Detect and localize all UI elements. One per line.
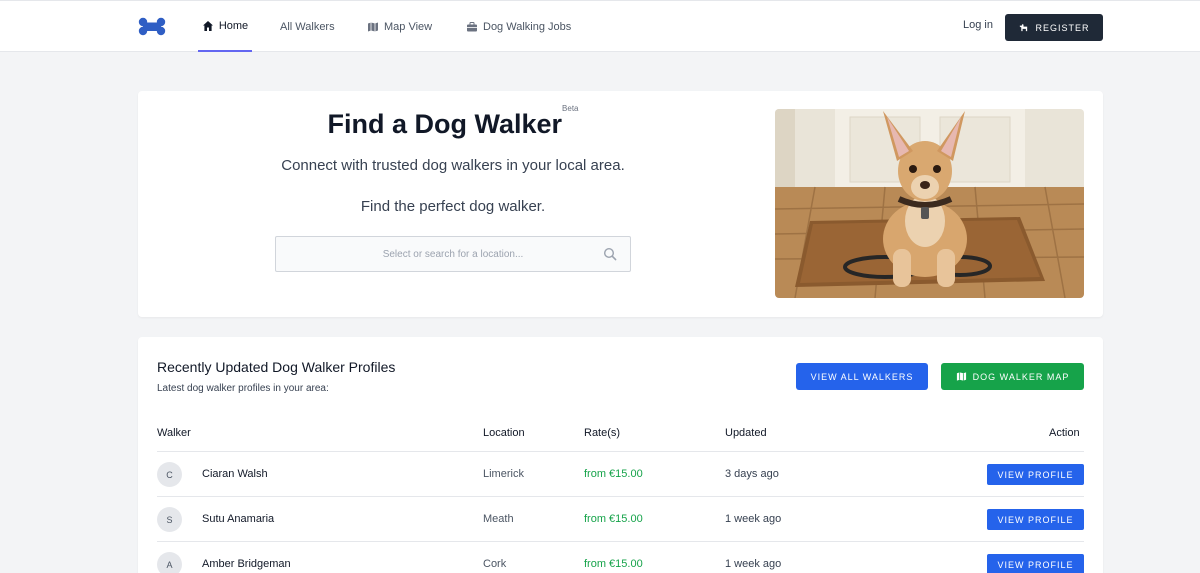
nav-all-walkers[interactable]: All Walkers [280,1,335,52]
col-header-action: Action [1049,427,1080,439]
dog-icon [1020,23,1028,32]
walker-rate: from €15.00 [584,558,643,570]
view-profile-button[interactable]: VIEW PROFILE [987,509,1084,530]
nav-all-walkers-label: All Walkers [280,20,335,33]
avatar: C [157,462,182,487]
col-header-location: Location [483,427,525,439]
briefcase-icon [467,21,477,31]
walker-location: Cork [483,558,507,570]
map-icon [956,372,966,381]
col-header-walker: Walker [157,427,191,439]
walker-rate: from €15.00 [584,468,643,480]
col-header-updated: Updated [725,427,767,439]
hero-title-wrap: Find a Dog WalkerBeta [138,104,768,140]
walker-location: Meath [483,513,514,525]
hero-title: Find a Dog Walker [327,109,563,139]
table-row: A Amber Bridgeman Cork from €15.00 1 wee… [157,541,1084,573]
walker-updated: 3 days ago [725,468,779,480]
profiles-subtitle: Latest dog walker profiles in your area: [157,383,329,394]
hero-tagline: Find the perfect dog walker. [360,198,546,215]
avatar: A [157,552,182,573]
register-button-label: REGISTER [1035,22,1090,33]
walker-rate: from €15.00 [584,513,643,525]
dog-walker-map-label: DOG WALKER MAP [972,371,1070,382]
view-all-walkers-button[interactable]: VIEW ALL WALKERS [796,363,928,390]
table-row: S Sutu Anamaria Meath from €15.00 1 week… [157,496,1084,541]
col-header-rate: Rate(s) [584,427,621,439]
top-navbar: Home All Walkers Map View Dog Walking Jo… [0,0,1200,52]
search-icon[interactable] [603,247,617,261]
bone-logo-icon[interactable] [138,17,166,37]
walker-location: Limerick [483,468,524,480]
table-row: C Ciaran Walsh Limerick from €15.00 3 da… [157,451,1084,496]
register-button[interactable]: REGISTER [1005,14,1103,41]
walker-name: Sutu Anamaria [202,513,275,525]
dog-walker-map-button[interactable]: DOG WALKER MAP [941,363,1084,390]
nav-map-view-label: Map View [384,20,433,33]
walker-updated: 1 week ago [725,558,782,570]
view-profile-button[interactable]: VIEW PROFILE [987,464,1084,485]
walker-name: Amber Bridgeman [202,558,291,570]
nav-home[interactable]: Home [198,1,252,52]
walker-updated: 1 week ago [725,513,782,525]
home-icon [202,20,213,31]
location-search-input[interactable] [275,236,631,272]
nav-dog-walking-jobs[interactable]: Dog Walking Jobs [466,1,571,52]
login-link[interactable]: Log in [963,19,993,31]
nav-dog-walking-jobs-label: Dog Walking Jobs [483,20,572,33]
walker-name: Ciaran Walsh [202,468,268,480]
avatar: S [157,507,182,532]
beta-badge: Beta [562,104,579,113]
view-profile-button[interactable]: VIEW PROFILE [987,554,1084,573]
profiles-title: Recently Updated Dog Walker Profiles [157,359,396,375]
nav-home-label: Home [218,19,249,32]
hero-card: Find a Dog WalkerBeta Connect with trust… [138,91,1103,317]
dog-photo [775,109,1084,298]
map-icon [368,22,378,31]
recent-profiles-card: Recently Updated Dog Walker Profiles Lat… [138,337,1103,573]
hero-subtitle: Connect with trusted dog walkers in your… [281,157,625,174]
nav-map-view[interactable]: Map View [367,1,432,52]
